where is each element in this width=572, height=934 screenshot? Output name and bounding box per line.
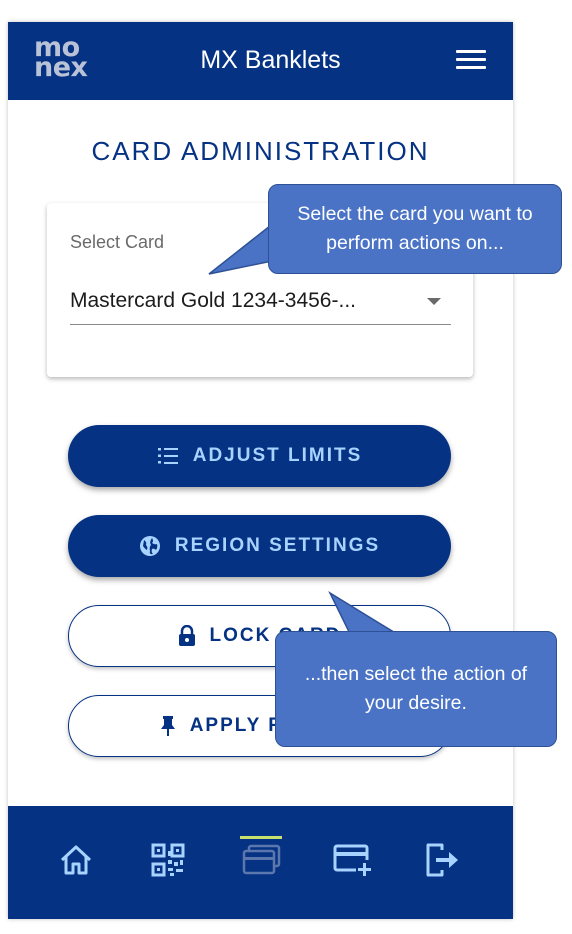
app-bar: mo nex MX Banklets: [8, 22, 513, 100]
page-title: CARD ADMINISTRATION: [91, 136, 430, 166]
globe-icon: [139, 535, 161, 557]
app-screen: mo nex MX Banklets CARD ADMINISTRATION S…: [8, 22, 513, 919]
qr-code-icon[interactable]: [144, 836, 192, 884]
region-settings-label: REGION SETTINGS: [174, 535, 381, 556]
region-settings-button[interactable]: REGION SETTINGS: [68, 515, 451, 577]
adjust-limits-button[interactable]: ADJUST LIMITS: [68, 425, 451, 487]
hamburger-menu-icon[interactable]: [456, 50, 486, 72]
select-card-label: Select Card: [70, 232, 165, 252]
top-callout: Select the card you want to perform acti…: [268, 184, 562, 274]
selected-card-value: Mastercard Gold 1234-3456-...: [70, 289, 356, 312]
app-title: MX Banklets: [200, 46, 341, 74]
list-icon: [157, 446, 179, 466]
add-card-icon[interactable]: [329, 836, 377, 884]
cards-icon[interactable]: [237, 836, 285, 884]
lock-icon: [178, 625, 196, 647]
pin-icon: [160, 715, 176, 737]
bottom-navigation: [8, 806, 513, 919]
logo-bottom: nex: [34, 52, 88, 83]
logout-icon[interactable]: [418, 836, 466, 884]
adjust-limits-label: ADJUST LIMITS: [192, 445, 363, 466]
bottom-callout: ...then select the action of your desire…: [275, 631, 557, 747]
card-select-dropdown[interactable]: Mastercard Gold 1234-3456-...: [70, 287, 451, 325]
monex-logo: mo nex: [34, 34, 88, 83]
home-icon[interactable]: [52, 836, 100, 884]
dropdown-arrow-icon: [427, 298, 441, 305]
